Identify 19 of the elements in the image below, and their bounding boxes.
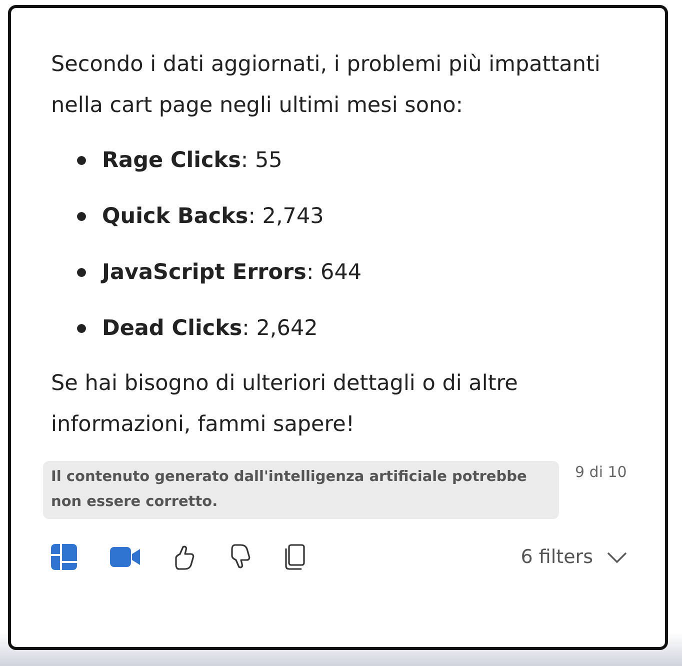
layout-button[interactable] bbox=[50, 543, 78, 572]
list-item-text: JavaScript Errors: 644 bbox=[102, 259, 362, 287]
video-camera-button[interactable] bbox=[110, 546, 140, 568]
bullet-icon bbox=[77, 212, 86, 221]
message-text: Se hai bisogno di ulteriori dettagli o di altre informazioni, fammi sapere! bbox=[51, 370, 519, 439]
list-item-text: Quick Backs: 2,743 bbox=[102, 203, 324, 231]
list-item-text: Dead Clicks: 2,642 bbox=[102, 315, 318, 343]
message-text: Secondo i dati aggiornati, i problemi più impattanti nella cart page negli ultimi mesi sono: bbox=[51, 51, 602, 120]
chevron-down-icon bbox=[607, 552, 627, 563]
list-item-text: Rage Clicks: 55 bbox=[102, 147, 282, 175]
thumbs-up-button[interactable] bbox=[172, 544, 196, 570]
disclaimer-text: Il contenuto generato dall'intelligenza artificiale potrebbe non essere corretto. bbox=[43, 461, 559, 519]
response-counter: 9 di 10 bbox=[575, 462, 627, 483]
bullet-icon bbox=[77, 268, 86, 277]
bullet-icon bbox=[77, 324, 86, 333]
filters-dropdown[interactable]: 6 filters bbox=[520, 543, 627, 572]
bullet-icon bbox=[77, 156, 86, 165]
thumbs-down-button[interactable] bbox=[228, 544, 252, 570]
copy-button[interactable] bbox=[284, 544, 306, 570]
